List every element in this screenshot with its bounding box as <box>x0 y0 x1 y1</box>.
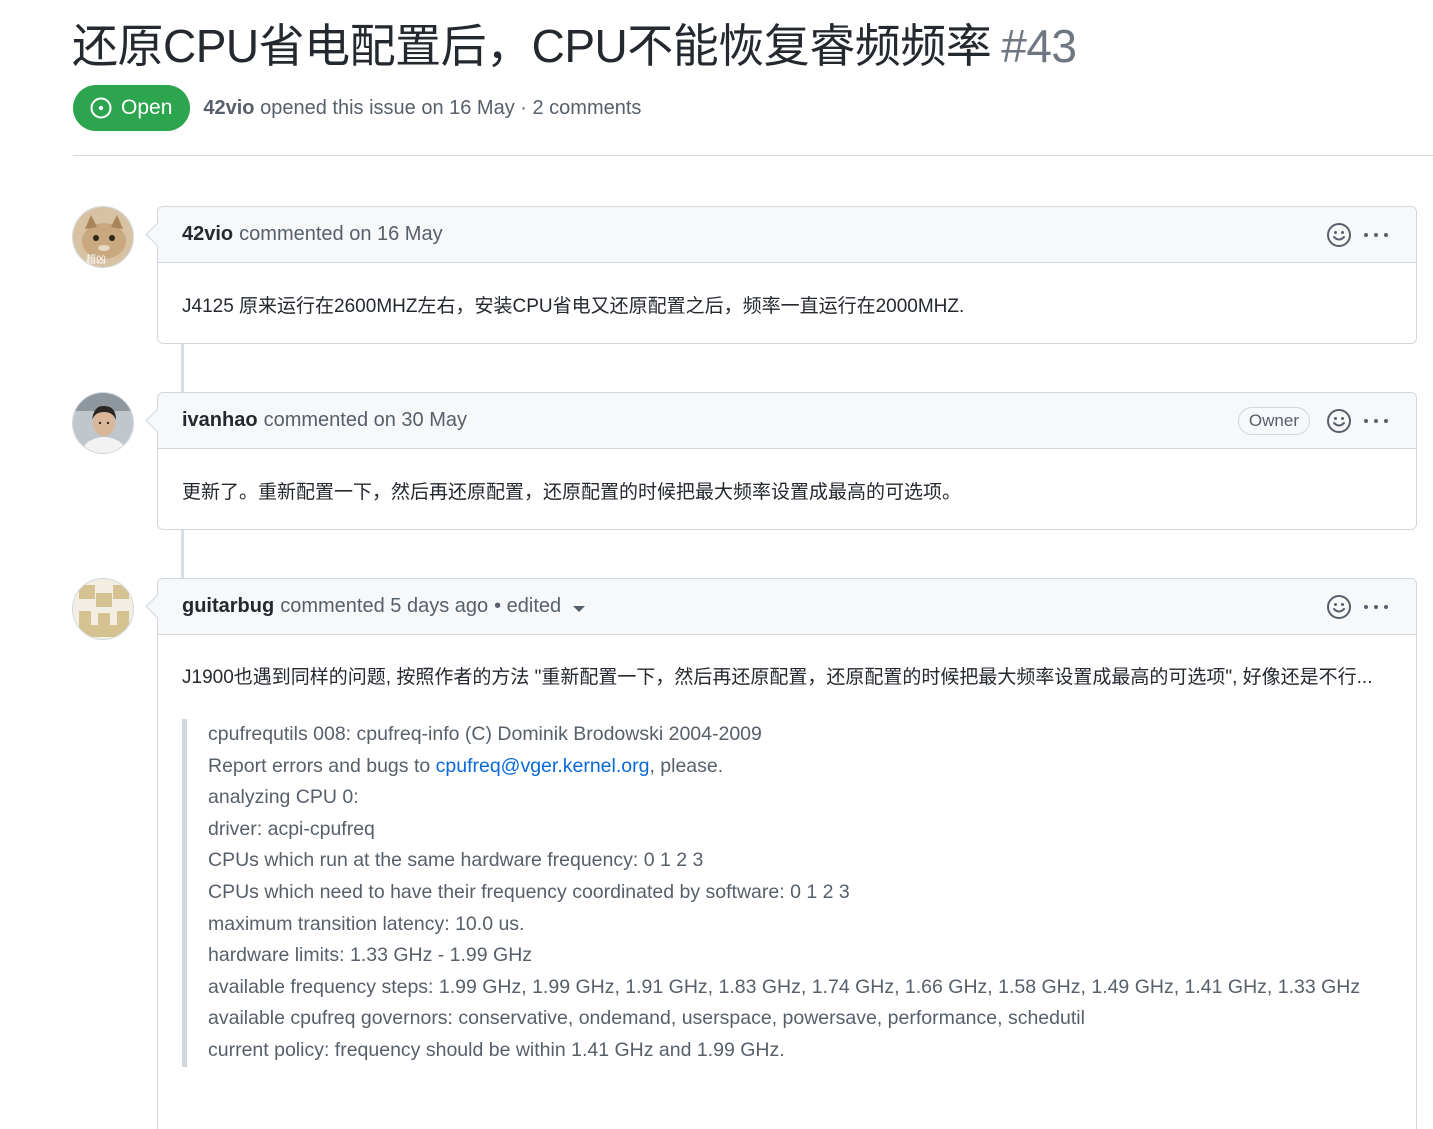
comment-body: J1900也遇到同样的问题, 按照作者的方法 "重新配置一下，然后再还原配置，还… <box>158 635 1416 1091</box>
quote-line: hardware limits: 1.33 GHz - 1.99 GHz <box>208 944 533 967</box>
quote-line: analyzing CPU 0: <box>208 786 359 809</box>
quote-line: CPUs which run at the same hardware freq… <box>208 849 704 872</box>
smiley-icon[interactable] <box>1326 594 1352 620</box>
quote-text: Report errors and bugs to <box>208 754 436 777</box>
issue-number: #43 <box>1001 20 1077 72</box>
comment-author[interactable]: guitarbug <box>182 595 274 618</box>
email-link[interactable]: cpufreq@vger.kernel.org <box>436 755 650 777</box>
meta-text: 42vio opened this issue on 16 May · 2 co… <box>203 97 641 120</box>
comment-body: 更新了。重新配置一下，然后再还原配置，还原配置的时候把最大频率设置成最高的可选项… <box>182 482 962 503</box>
avatar[interactable]: 超凶 <box>72 206 134 268</box>
comment-header: guitarbug commented 5 days ago • edited <box>158 579 1416 635</box>
edited-label: • edited <box>494 595 562 617</box>
quote-line: available cpufreq governors: conservativ… <box>208 1007 1085 1030</box>
comment-actions <box>1326 207 1390 263</box>
kebab-icon[interactable] <box>1362 408 1390 434</box>
issue-opened-icon <box>90 97 112 119</box>
avatar-caption: 超凶 <box>86 255 106 266</box>
comment-timestamp[interactable]: commented on 30 May <box>264 409 467 432</box>
comment-timestamp[interactable]: commented 5 days ago <box>280 595 488 618</box>
person-avatar-icon <box>73 393 133 453</box>
state-label: Open <box>121 96 173 119</box>
comment-actions <box>1326 579 1390 635</box>
comment-header: 42vio commented on 16 May <box>158 207 1416 263</box>
quote-line: driver: acpi-cpufreq <box>208 817 375 840</box>
header-divider <box>73 155 1433 156</box>
blockquote: cpufrequtils 008: cpufreq-info (C) Domin… <box>182 719 1392 1067</box>
avatar[interactable] <box>72 392 134 454</box>
comment-body: J4125 原来运行在2600MHZ左右，安装CPU省电又还原配置之后，频率一直… <box>182 296 965 317</box>
issue-title: 还原CPU省电配置后，CPU不能恢复睿频频率 #43 <box>72 14 1077 78</box>
quote-line: Report errors and bugs to cpufreq@vger.k… <box>208 751 1392 783</box>
issue-meta: Open 42vio opened this issue on 16 May ·… <box>73 84 641 132</box>
issue-author-link[interactable]: 42vio <box>203 97 254 119</box>
kebab-icon[interactable] <box>1362 594 1390 620</box>
timeline-connector <box>181 344 184 392</box>
smiley-icon[interactable] <box>1326 222 1352 248</box>
comment-header: ivanhao commented on 30 May Owner <box>158 393 1416 449</box>
issue-title-text: 还原CPU省电配置后，CPU不能恢复睿频频率 <box>72 20 992 72</box>
caret-down-icon <box>573 605 586 612</box>
timeline-connector <box>181 530 184 578</box>
avatar[interactable] <box>72 578 134 640</box>
state-badge: Open <box>73 85 191 131</box>
quote-line: current policy: frequency should be with… <box>208 1038 785 1061</box>
quote-line: available frequency steps: 1.99 GHz, 1.9… <box>208 975 1361 998</box>
comment-author[interactable]: ivanhao <box>182 409 258 432</box>
comment-card: ivanhao commented on 30 May Owner 更新了。重新… <box>157 392 1417 530</box>
identicon-avatar-icon <box>73 579 133 639</box>
quote-line: cpufrequtils 008: cpufreq-info (C) Domin… <box>208 723 762 745</box>
comment-card: 42vio commented on 16 May J4125 原来运行在260… <box>157 206 1417 344</box>
comment-timestamp[interactable]: commented on 16 May <box>239 223 442 246</box>
quote-text: , please. <box>649 754 724 777</box>
quote-line: CPUs which need to have their frequency … <box>208 880 850 903</box>
smiley-icon[interactable] <box>1326 408 1352 434</box>
kebab-icon[interactable] <box>1362 222 1390 248</box>
quote-line: maximum transition latency: 10.0 us. <box>208 912 525 935</box>
comment-author[interactable]: 42vio <box>182 223 233 246</box>
owner-badge: Owner <box>1237 407 1310 435</box>
comment-card: guitarbug commented 5 days ago • edited … <box>157 578 1417 1129</box>
comment-actions: Owner <box>1237 393 1390 449</box>
edited-dropdown[interactable]: • edited <box>494 595 586 618</box>
comment-text: J1900也遇到同样的问题, 按照作者的方法 "重新配置一下，然后再还原配置，还… <box>182 667 1373 688</box>
issue-meta-detail: opened this issue on 16 May · 2 comments <box>260 96 642 119</box>
issue-page: 还原CPU省电配置后，CPU不能恢复睿频频率 #43 Open 42vio ope… <box>0 0 1433 1129</box>
